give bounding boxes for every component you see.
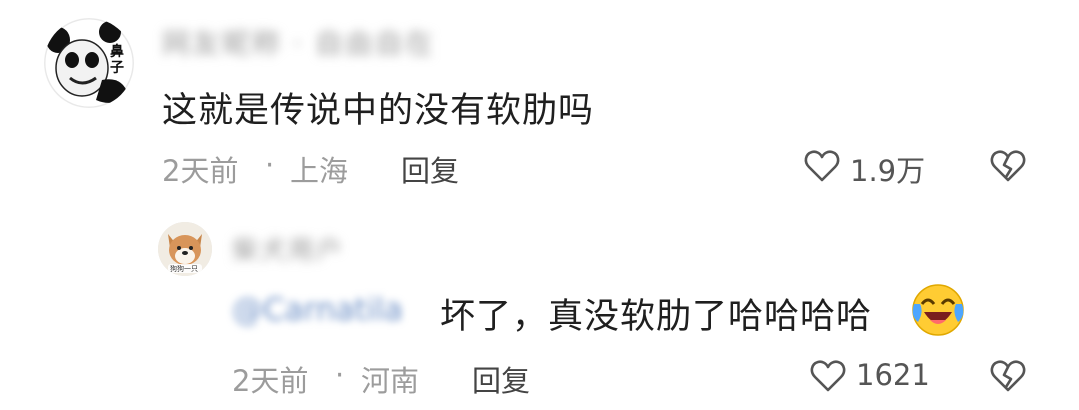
like-count: 1.9万 bbox=[850, 154, 926, 188]
avatar-caption: 鼻子 bbox=[110, 44, 124, 76]
reply-avatar[interactable]: 狗狗一只 bbox=[158, 222, 212, 276]
comment-location: 上海 bbox=[290, 154, 349, 188]
reply-button[interactable]: 回复 bbox=[472, 358, 530, 400]
reply-username[interactable]: 柴犬用户 bbox=[232, 230, 344, 267]
comment-time: 2天前 bbox=[162, 154, 239, 188]
comment-item: 鼻子 网友昵称 · 自由自在 这就是传说中的没有软肋吗 2天前 · 上海 回复 … bbox=[0, 0, 1079, 200]
comment-avatar[interactable]: 鼻子 bbox=[44, 18, 134, 108]
broken-heart-icon[interactable] bbox=[988, 356, 1028, 396]
reply-text: 坏了，真没软肋了哈哈哈哈 bbox=[440, 297, 873, 337]
meta-separator: · bbox=[335, 358, 345, 392]
heart-outline-icon[interactable] bbox=[808, 356, 848, 396]
reply-mention[interactable]: @Carnatila bbox=[232, 292, 403, 328]
broken-heart-icon[interactable] bbox=[988, 146, 1028, 186]
comment-username[interactable]: 网友昵称 · 自由自在 bbox=[162, 22, 435, 62]
meta-separator: · bbox=[265, 148, 275, 182]
heart-outline-icon[interactable] bbox=[802, 146, 842, 186]
reply-button[interactable]: 回复 bbox=[401, 148, 459, 190]
avatar-caption: 狗狗一只 bbox=[170, 265, 198, 273]
laughing-crying-emoji-icon bbox=[910, 282, 966, 338]
reply-location: 河南 bbox=[361, 364, 420, 398]
like-count: 1621 bbox=[856, 358, 930, 392]
comment-text: 这就是传说中的没有软肋吗 bbox=[162, 91, 595, 131]
reply-time: 2天前 bbox=[232, 364, 309, 398]
reply-item: 狗狗一只 柴犬用户 @Carnatila 坏了，真没软肋了哈哈哈哈 2天前 · … bbox=[0, 200, 1079, 410]
